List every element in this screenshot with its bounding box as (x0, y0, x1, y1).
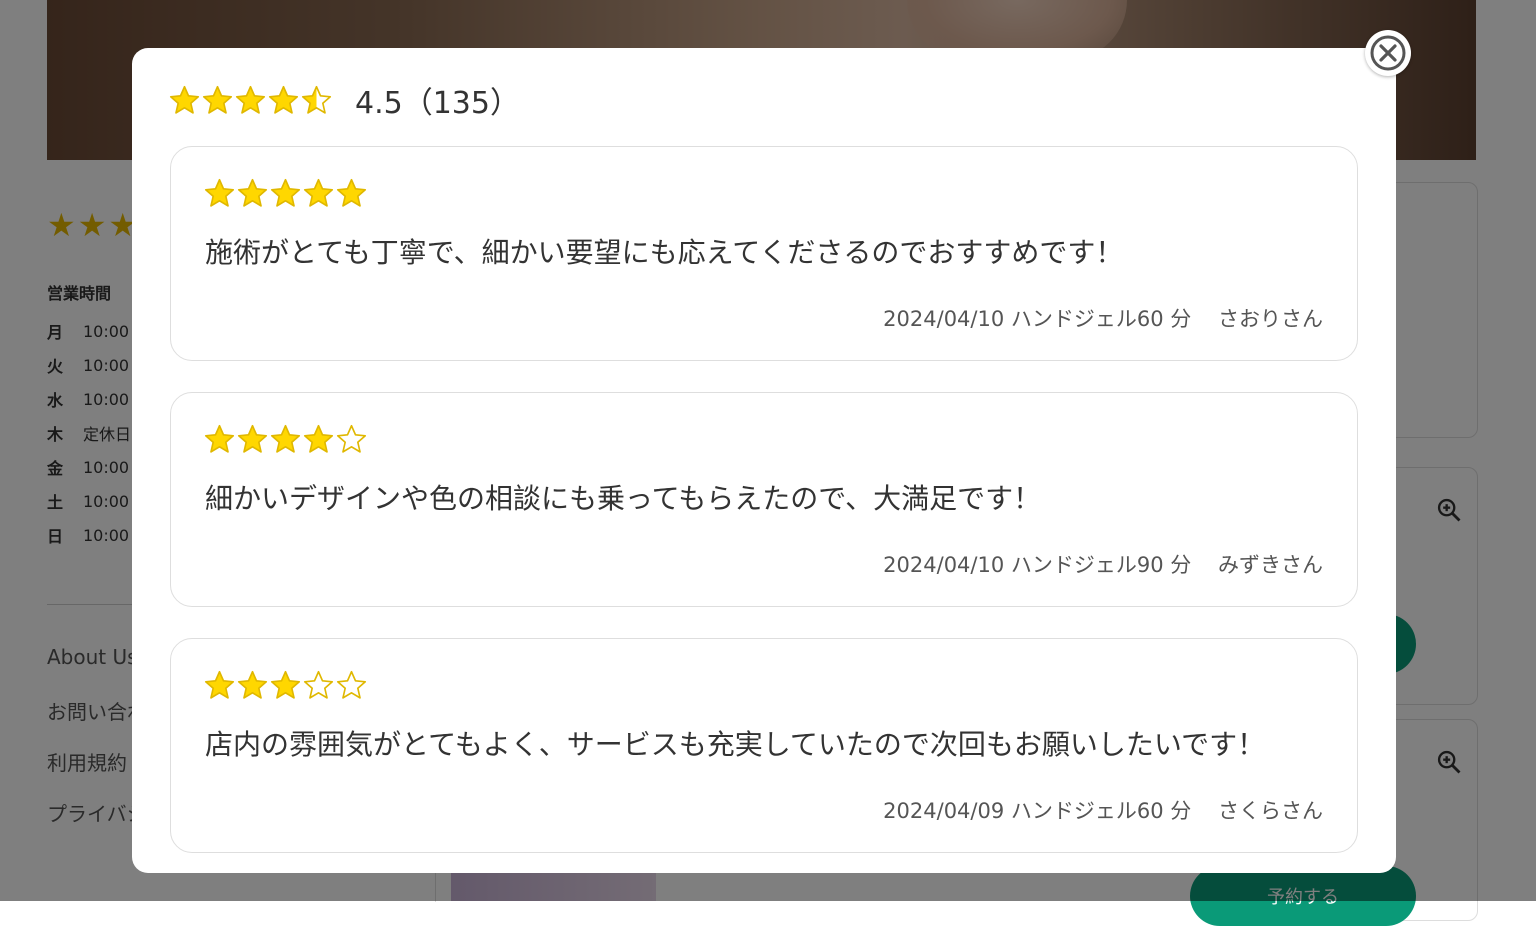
review-date: 2024/04/10 (883, 553, 1005, 577)
review-stars (203, 177, 368, 210)
star-filled-icon (204, 424, 235, 453)
close-button[interactable] (1365, 30, 1411, 76)
review-card: 施術がとても丁寧で、細かい要望にも応えてくださるのでおすすめです！ 2024/0… (170, 146, 1358, 361)
review-menu: ハンドジェル90 分 (1010, 553, 1192, 577)
star-filled-icon (237, 178, 268, 207)
star-filled-icon (303, 424, 334, 453)
star-filled-icon (270, 670, 301, 699)
review-meta: 2024/04/09 ハンドジェル60 分 さくらさん (883, 795, 1323, 825)
review-date: 2024/04/10 (883, 307, 1005, 331)
review-card: 店内の雰囲気がとてもよく、サービスも充実していたので次回もお願いしたいです！ 2… (170, 638, 1358, 853)
review-author: さおりさん (1218, 307, 1323, 331)
reviews-modal: 4.5（135） 施術がとても丁寧で、細かい要望にも応えてくださるのでおすすめで… (132, 48, 1396, 873)
review-date: 2024/04/09 (883, 799, 1005, 823)
review-text: 施術がとても丁寧で、細かい要望にも応えてくださるのでおすすめです！ (205, 236, 1124, 269)
star-filled-icon (204, 178, 235, 207)
star-filled-icon (336, 178, 367, 207)
review-author: さくらさん (1218, 799, 1323, 823)
star-filled-icon (270, 424, 301, 453)
review-meta: 2024/04/10 ハンドジェル90 分 みずきさん (883, 549, 1323, 579)
rating-summary: 4.5（135） (168, 78, 520, 122)
review-menu: ハンドジェル60 分 (1010, 799, 1192, 823)
rating-score: 4.5（135） (355, 86, 520, 121)
rating-stars (168, 84, 333, 117)
review-card: 細かいデザインや色の相談にも乗ってもらえたので、大満足です！ 2024/04/1… (170, 392, 1358, 607)
review-stars (203, 669, 368, 702)
star-empty-icon (336, 424, 367, 453)
review-menu: ハンドジェル60 分 (1010, 307, 1192, 331)
review-author: みずきさん (1218, 553, 1323, 577)
star-filled-icon (303, 178, 334, 207)
star-filled-icon (237, 424, 268, 453)
star-filled-icon (235, 85, 266, 114)
review-text: 細かいデザインや色の相談にも乗ってもらえたので、大満足です！ (205, 482, 1042, 515)
star-empty-icon (303, 670, 334, 699)
star-filled-icon (204, 670, 235, 699)
star-filled-icon (202, 85, 233, 114)
review-text: 店内の雰囲気がとてもよく、サービスも充実していたので次回もお願いしたいです！ (205, 728, 1266, 761)
star-filled-icon (270, 178, 301, 207)
close-icon (1370, 35, 1406, 71)
star-filled-icon (268, 85, 299, 114)
star-filled-icon (237, 670, 268, 699)
review-list: 施術がとても丁寧で、細かい要望にも応えてくださるのでおすすめです！ 2024/0… (170, 146, 1358, 884)
review-stars (203, 423, 368, 456)
review-meta: 2024/04/10 ハンドジェル60 分 さおりさん (883, 303, 1323, 333)
star-empty-icon (336, 670, 367, 699)
star-half-icon (301, 85, 332, 114)
star-filled-icon (169, 85, 200, 114)
